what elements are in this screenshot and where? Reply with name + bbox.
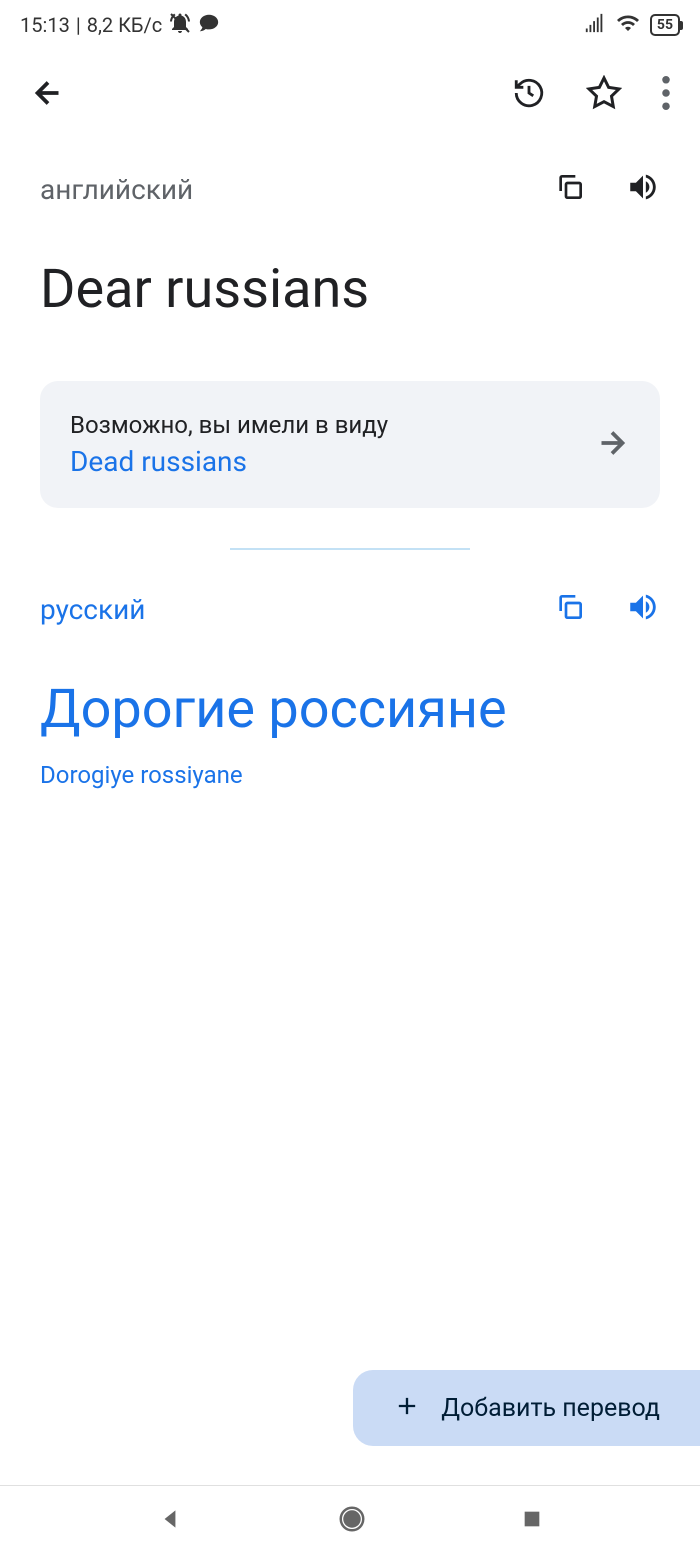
battery-indicator: 55 xyxy=(650,14,680,36)
status-data-rate: 8,2 КБ/с xyxy=(87,13,163,37)
chat-icon xyxy=(198,12,220,39)
plus-icon xyxy=(393,1392,421,1424)
star-button[interactable] xyxy=(586,75,622,115)
copy-target-button[interactable] xyxy=(554,591,586,627)
fab-label: Добавить перевод xyxy=(441,1394,660,1423)
speak-target-button[interactable] xyxy=(626,590,660,628)
source-section: английский Dear russians Возможно, вы им… xyxy=(0,140,700,508)
status-right: 55 xyxy=(584,11,680,40)
nav-back-button[interactable] xyxy=(157,1506,183,1536)
wifi-icon xyxy=(616,11,640,40)
app-bar xyxy=(0,50,700,140)
history-button[interactable] xyxy=(512,76,546,114)
nav-recents-button[interactable] xyxy=(521,1508,543,1534)
copy-source-button[interactable] xyxy=(554,171,586,207)
back-button[interactable] xyxy=(30,75,66,115)
speak-source-button[interactable] xyxy=(626,170,660,208)
vibrate-icon xyxy=(168,11,192,40)
suggestion-label: Возможно, вы имели в виду xyxy=(70,411,594,439)
nav-home-button[interactable] xyxy=(337,1504,367,1538)
source-lang-label[interactable]: английский xyxy=(40,173,193,206)
status-left: 15:13 | 8,2 КБ/с xyxy=(20,11,220,40)
suggestion-card[interactable]: Возможно, вы имели в виду Dead russians xyxy=(40,381,660,508)
transliteration: Dorogiye rossiyane xyxy=(40,761,660,789)
source-text[interactable]: Dear russians xyxy=(40,258,660,321)
signal-icon xyxy=(584,12,606,39)
target-section: русский Дорогие россияне Dorogiye rossiy… xyxy=(0,590,700,789)
target-text: Дорогие россияне xyxy=(40,678,660,741)
status-bar: 15:13 | 8,2 КБ/с 55 xyxy=(0,0,700,50)
target-lang-label[interactable]: русский xyxy=(40,593,145,626)
status-time: 15:13 xyxy=(20,13,70,37)
more-button[interactable] xyxy=(662,76,670,114)
suggestion-value: Dead russians xyxy=(70,445,594,478)
arrow-right-icon xyxy=(594,425,630,465)
section-divider xyxy=(230,548,470,550)
add-translation-button[interactable]: Добавить перевод xyxy=(353,1370,700,1446)
navigation-bar xyxy=(0,1486,700,1556)
